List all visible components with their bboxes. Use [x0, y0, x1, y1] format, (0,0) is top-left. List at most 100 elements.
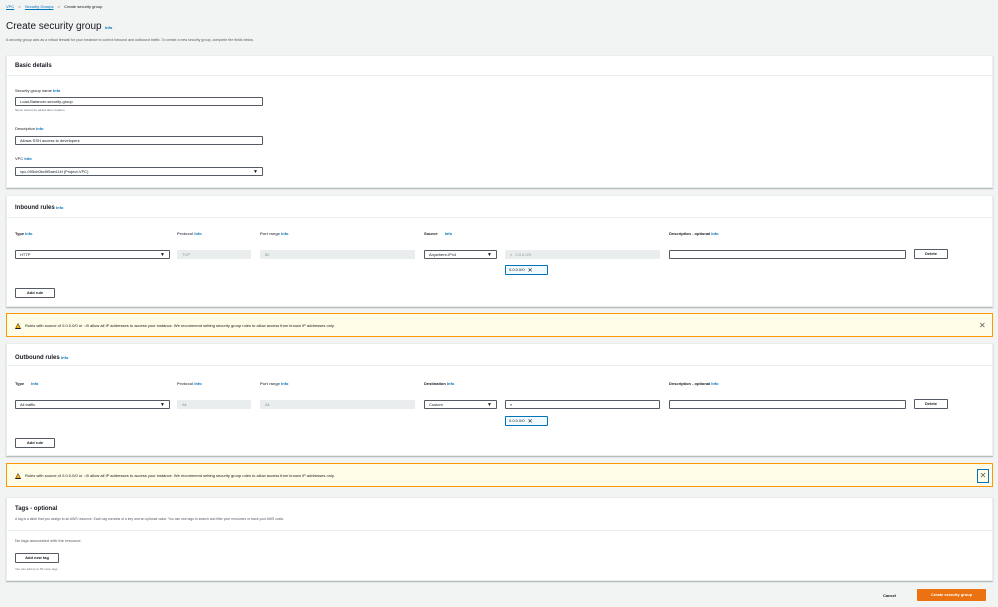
sg-name-input[interactable]: Load-Balancer-security-group: [15, 97, 263, 106]
sg-name-info-link[interactable]: Info: [53, 88, 60, 93]
inbound-col-port: Port range Info: [260, 231, 288, 236]
inbound-add-rule-button[interactable]: Add rule: [15, 288, 55, 298]
inbound-desc-info-link[interactable]: Info: [711, 231, 718, 236]
outbound-delete-button[interactable]: Delete: [914, 399, 948, 409]
outbound-col-dest: Destination Info: [424, 381, 454, 386]
inbound-port-info-link[interactable]: Info: [281, 231, 288, 236]
breadcrumb: VPC > Security Groups > Create security …: [6, 4, 102, 9]
basic-details-header: Basic details: [7, 56, 992, 76]
page-description: A security group acts as a virtual firew…: [6, 38, 254, 42]
inbound-warning-text: Rules with source of 0.0.0.0/0 or ::/0 a…: [25, 323, 335, 328]
breadcrumb-security-groups-link[interactable]: Security Groups: [25, 4, 54, 9]
outbound-protocol-info-link[interactable]: Info: [194, 381, 201, 386]
inbound-col-desc-text: Description - optional: [669, 231, 711, 236]
tags-description: A tag is a label that you assign to an A…: [15, 517, 285, 521]
breadcrumb-current: Create security group: [64, 4, 103, 9]
tags-header: Tags - optional A tag is a label that yo…: [7, 498, 992, 531]
outbound-col-dest-text: Destination: [424, 381, 446, 386]
inbound-heading-wrap: Inbound rules Info: [15, 205, 63, 211]
inbound-source-search[interactable]: ⌕ 0.0.0.0/0: [505, 250, 660, 259]
inbound-protocol-field: TCP: [177, 250, 251, 259]
search-icon: ⌕: [510, 252, 513, 257]
outbound-type-select[interactable]: All traffic ▼: [15, 400, 170, 409]
basic-details-heading: Basic details: [15, 63, 52, 69]
breadcrumb-separator: >: [18, 4, 21, 9]
add-new-tag-button[interactable]: Add new tag: [15, 553, 59, 563]
outbound-col-desc: Description - optional Info: [669, 381, 719, 386]
description-label-text: Description: [15, 126, 36, 131]
sg-name-label-text: Security group name: [15, 88, 52, 93]
outbound-col-type: Type Info: [15, 381, 39, 386]
chevron-down-icon: ▼: [487, 252, 492, 258]
page-header: Create security group Info: [6, 21, 112, 32]
close-icon[interactable]: ✕: [977, 469, 989, 483]
outbound-desc-info-link[interactable]: Info: [711, 381, 718, 386]
outbound-col-protocol-text: Protocol: [177, 381, 194, 386]
description-label: Description Info: [15, 126, 43, 131]
sg-name-hint: Name cannot be edited after creation.: [15, 108, 66, 112]
close-icon[interactable]: ✕: [979, 322, 986, 330]
inbound-source-select[interactable]: Anywhere-IPv4 ▼: [424, 250, 497, 259]
inbound-col-type: Type Info: [15, 231, 33, 236]
description-input[interactable]: Allows SSH access to developers: [15, 136, 263, 145]
chevron-down-icon: ▼: [160, 402, 165, 408]
outbound-port-field: All: [260, 400, 415, 409]
outbound-destination-select[interactable]: Custom ▼: [424, 400, 497, 409]
inbound-col-source: Source Info: [424, 231, 452, 236]
inbound-type-value: HTTP: [20, 252, 31, 257]
outbound-warning-alert: Rules with source of 0.0.0.0/0 or ::/0 a…: [6, 463, 993, 487]
cancel-button[interactable]: Cancel: [883, 593, 896, 598]
description-info-link[interactable]: Info: [36, 126, 43, 131]
close-icon[interactable]: ✕: [528, 419, 533, 425]
page-title: Create security group: [6, 21, 102, 32]
outbound-col-port-text: Port range: [260, 381, 281, 386]
inbound-type-info-link[interactable]: Info: [25, 231, 32, 236]
create-security-group-button[interactable]: Create security group: [917, 589, 986, 601]
inbound-col-port-text: Port range: [260, 231, 281, 236]
breadcrumb-vpc-link[interactable]: VPC: [6, 4, 14, 9]
inbound-col-source-text: Source: [424, 231, 438, 236]
outbound-protocol-field: All: [177, 400, 251, 409]
outbound-col-port: Port range Info: [260, 381, 288, 386]
outbound-add-rule-button[interactable]: Add rule: [15, 438, 55, 448]
title-info-link[interactable]: Info: [105, 25, 112, 30]
search-icon: ⌕: [510, 402, 513, 407]
inbound-col-type-text: Type: [15, 231, 25, 236]
outbound-destination-chip: 0.0.0.0/0 ✕: [505, 416, 548, 426]
outbound-rules-panel: Outbound rules Info Type Info Protocol I…: [6, 343, 993, 456]
close-icon[interactable]: ✕: [528, 268, 533, 274]
tags-heading-text: Tags - optional: [15, 506, 58, 512]
vpc-label-text: VPC: [15, 156, 24, 161]
inbound-protocol-info-link[interactable]: Info: [194, 231, 201, 236]
tags-hint: You can add up to 50 more tags: [15, 567, 58, 571]
outbound-rules-heading: Outbound rules: [15, 355, 60, 361]
warning-icon: [15, 323, 21, 329]
outbound-destination-search[interactable]: ⌕: [505, 400, 660, 409]
inbound-source-value: Anywhere-IPv4: [429, 252, 457, 257]
tags-empty-text: No tags associated with the resource.: [15, 538, 82, 543]
outbound-warning-text: Rules with source of 0.0.0.0/0 or ::/0 a…: [25, 473, 335, 478]
inbound-col-desc: Description - optional Info: [669, 231, 719, 236]
tags-heading: Tags - optional: [15, 506, 57, 512]
outbound-description-input[interactable]: [669, 400, 906, 409]
outbound-info-link[interactable]: Info: [61, 355, 68, 360]
tags-panel: Tags - optional A tag is a label that yo…: [6, 497, 993, 581]
vpc-select-value: vpc-095cb0bc5f5ae414f (Project-VPC): [20, 169, 89, 174]
inbound-col-protocol: Protocol Info: [177, 231, 202, 236]
inbound-source-info-link[interactable]: Info: [445, 231, 452, 236]
breadcrumb-separator: >: [57, 4, 60, 9]
inbound-port-field: 80: [260, 250, 415, 259]
outbound-port-info-link[interactable]: Info: [281, 381, 288, 386]
vpc-select[interactable]: vpc-095cb0bc5f5ae414f (Project-VPC) ▼: [15, 167, 263, 176]
inbound-delete-button[interactable]: Delete: [914, 249, 948, 259]
inbound-type-select[interactable]: HTTP ▼: [15, 250, 170, 259]
outbound-rules-header: Outbound rules Info: [7, 344, 992, 366]
outbound-type-info-link[interactable]: Info: [31, 381, 38, 386]
inbound-source-search-value: 0.0.0.0/0: [515, 252, 531, 257]
vpc-info-link[interactable]: Info: [24, 156, 31, 161]
inbound-description-input[interactable]: [669, 250, 906, 259]
outbound-dest-info-link[interactable]: Info: [447, 381, 454, 386]
warning-icon: [15, 473, 21, 479]
inbound-rules-heading: Inbound rules: [15, 205, 55, 211]
inbound-info-link[interactable]: Info: [56, 205, 63, 210]
